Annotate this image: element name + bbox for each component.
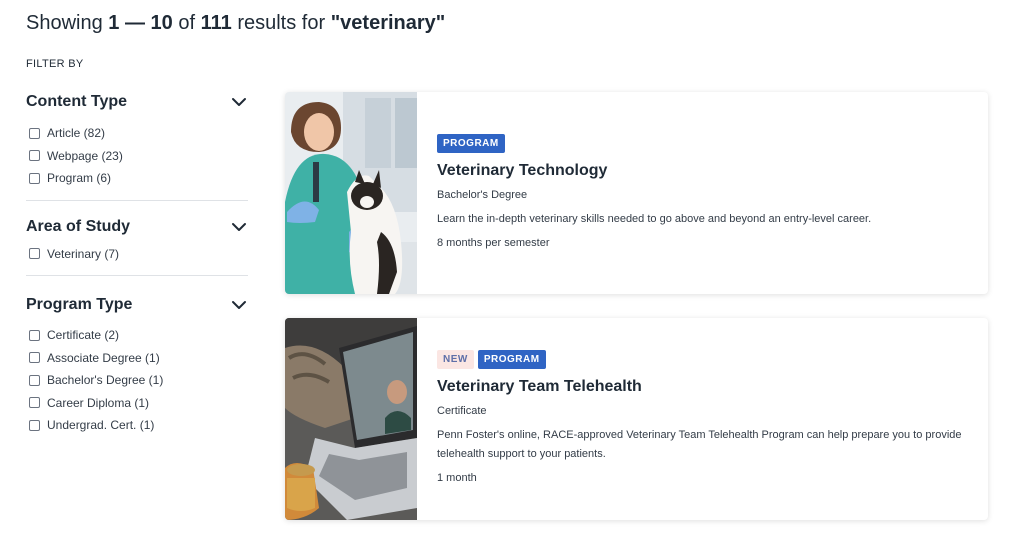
checkbox[interactable] (29, 397, 40, 409)
result-description: Penn Foster's online, RACE-approved Vete… (437, 429, 962, 460)
checkbox[interactable] (29, 419, 40, 431)
filter-option-article[interactable]: Article (82) (26, 122, 248, 145)
result-title[interactable]: Veterinary Technology (437, 161, 871, 181)
filter-option-certificate[interactable]: Certificate (2) (26, 324, 248, 347)
result-card-body: PROGRAM Veterinary Technology Bachelor's… (417, 92, 891, 294)
search-query: "veterinary" (330, 12, 446, 34)
badge-row: NEW PROGRAM (437, 350, 968, 369)
filter-option-bachelors-degree[interactable]: Bachelor's Degree (1) (26, 369, 248, 392)
filter-option-webpage[interactable]: Webpage (23) (26, 145, 248, 168)
result-card-body: NEW PROGRAM Veterinary Team Telehealth C… (417, 318, 988, 520)
filter-group-area-of-study: Area of Study Veterinary (7) (26, 201, 248, 276)
filter-option-undergrad-cert[interactable]: Undergrad. Cert. (1) (26, 414, 248, 437)
filter-option-associate-degree[interactable]: Associate Degree (1) (26, 347, 248, 370)
results-list: PROGRAM Veterinary Technology Bachelor's… (285, 92, 988, 536)
checkbox[interactable] (29, 127, 40, 139)
result-duration: 8 months per semester (437, 237, 550, 249)
checkbox[interactable] (29, 374, 40, 386)
badge-row: PROGRAM (437, 134, 871, 153)
chevron-down-icon (232, 98, 246, 106)
result-duration: 1 month (437, 472, 477, 484)
result-description: Learn the in-depth veterinary skills nee… (437, 213, 872, 225)
filter-group-title: Area of Study (26, 217, 131, 235)
filter-option-career-diploma[interactable]: Career Diploma (1) (26, 392, 248, 415)
filter-group-content-type: Content Type Article (82) Webpage (23) P… (26, 88, 248, 201)
filter-by-label: FILTER BY (26, 58, 84, 70)
filter-group-toggle-content-type[interactable]: Content Type (26, 88, 248, 116)
result-image-vet-cat (285, 92, 417, 294)
result-image-telehealth (285, 318, 417, 520)
new-badge: NEW (437, 350, 474, 369)
filter-group-toggle-area-of-study[interactable]: Area of Study (26, 213, 248, 241)
result-title[interactable]: Veterinary Team Telehealth (437, 377, 968, 397)
program-badge: PROGRAM (477, 350, 546, 369)
laptop-telehealth-image (285, 318, 417, 520)
result-degree: Bachelor's Degree (437, 189, 528, 201)
search-results-page: Showing 1 — 10 of 111 results for "veter… (0, 0, 1024, 536)
filter-group-toggle-program-type[interactable]: Program Type (26, 291, 248, 319)
result-card[interactable]: PROGRAM Veterinary Technology Bachelor's… (285, 92, 988, 294)
vet-examining-cat-image (285, 92, 417, 294)
chevron-down-icon (232, 301, 246, 309)
filter-group-title: Content Type (26, 93, 128, 110)
results-summary: Showing 1 — 10 of 111 results for "veter… (26, 12, 446, 34)
checkbox[interactable] (29, 329, 40, 341)
filter-group-title: Program Type (26, 296, 133, 313)
result-card[interactable]: NEW PROGRAM Veterinary Team Telehealth C… (285, 318, 988, 520)
filter-sidebar: Content Type Article (82) Webpage (23) P… (26, 88, 248, 447)
checkbox[interactable] (29, 172, 40, 184)
filter-option-program[interactable]: Program (6) (26, 167, 248, 190)
chevron-down-icon (232, 222, 246, 231)
checkbox[interactable] (29, 150, 40, 162)
filter-group-program-type: Program Type Certificate (2) Associate D… (26, 276, 248, 447)
program-badge: PROGRAM (437, 134, 505, 153)
filter-option-veterinary[interactable]: Veterinary (7) (26, 243, 248, 266)
result-degree: Certificate (437, 405, 487, 417)
checkbox[interactable] (29, 352, 40, 364)
checkbox[interactable] (29, 248, 40, 260)
